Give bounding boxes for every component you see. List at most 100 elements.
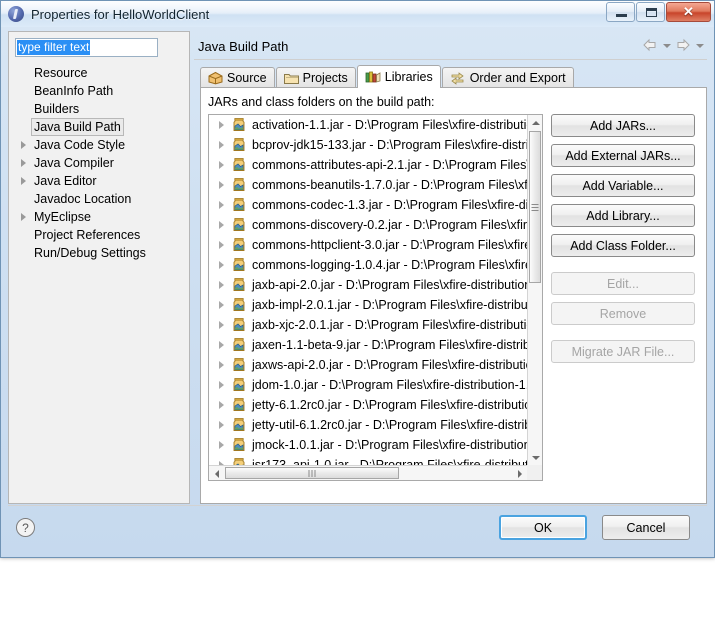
expand-arrow-icon[interactable] [17,154,31,172]
scroll-right-button[interactable] [512,466,527,480]
jar-list-item[interactable]: commons-codec-1.3.jar - D:\Program Files… [209,195,527,215]
expand-arrow-icon[interactable] [215,295,231,315]
jar-list-item[interactable]: jaxws-api-2.0.jar - D:\Program Files\xfi… [209,355,527,375]
expand-arrow-icon[interactable] [215,235,231,255]
expand-arrow-icon[interactable] [215,155,231,175]
horizontal-scrollbar[interactable] [209,465,527,480]
add-external-jars-button[interactable]: Add External JARs... [551,144,695,167]
close-button[interactable]: ✕ [666,2,711,22]
expand-arrow-icon[interactable] [215,375,231,395]
add-class-folder-button[interactable]: Add Class Folder... [551,234,695,257]
expand-arrow-icon[interactable] [215,115,231,135]
jar-list-item[interactable]: commons-beanutils-1.7.0.jar - D:\Program… [209,175,527,195]
expand-arrow-icon[interactable] [215,195,231,215]
expand-arrow-icon[interactable] [215,135,231,155]
jar-list-item[interactable]: jetty-6.1.2rc0.jar - D:\Program Files\xf… [209,395,527,415]
sidebar-item-builders[interactable]: Builders [9,100,189,118]
sidebar-item-run-debug-settings[interactable]: Run/Debug Settings [9,244,189,262]
expand-arrow-icon[interactable] [215,355,231,375]
add-variable-button[interactable]: Add Variable... [551,174,695,197]
jar-list[interactable]: activation-1.1.jar - D:\Program Files\xf… [209,115,527,465]
sidebar-item-label: Resource [34,66,88,80]
expand-arrow-icon[interactable] [215,255,231,275]
jar-entry-label: jaxb-xjc-2.0.1.jar - D:\Program Files\xf… [252,318,527,332]
window-controls: ✕ [605,2,711,22]
jar-list-item[interactable]: jsr173_api-1.0.jar - D:\Program Files\xf… [209,455,527,465]
scroll-up-button[interactable] [528,115,542,130]
dialog-footer: ? OK Cancel [8,505,707,550]
jar-list-item[interactable]: jaxen-1.1-beta-9.jar - D:\Program Files\… [209,335,527,355]
sidebar-item-java-editor[interactable]: Java Editor [9,172,189,190]
expand-arrow-icon[interactable] [215,275,231,295]
jar-list-item[interactable]: jaxb-impl-2.0.1.jar - D:\Program Files\x… [209,295,527,315]
vertical-scroll-thumb[interactable] [529,131,541,283]
horizontal-scroll-thumb[interactable] [225,467,399,479]
expand-arrow-icon[interactable] [215,215,231,235]
jar-list-item[interactable]: bcprov-jdk15-133.jar - D:\Program Files\… [209,135,527,155]
expand-arrow-icon[interactable] [215,415,231,435]
sidebar-item-java-build-path[interactable]: Java Build Path [9,118,189,136]
jar-list-item[interactable]: commons-attributes-api-2.1.jar - D:\Prog… [209,155,527,175]
jar-list-item[interactable]: jetty-util-6.1.2rc0.jar - D:\Program Fil… [209,415,527,435]
jar-list-item[interactable]: activation-1.1.jar - D:\Program Files\xf… [209,115,527,135]
forward-arrow-icon[interactable] [674,37,692,53]
back-arrow-icon[interactable] [641,37,659,53]
jar-list-item[interactable]: commons-discovery-0.2.jar - D:\Program F… [209,215,527,235]
jar-icon [231,357,248,373]
tab-source[interactable]: Source [200,67,275,88]
tab-order-and-export[interactable]: Order and Export [441,67,574,88]
expand-arrow-icon[interactable] [17,136,31,154]
sidebar-item-resource[interactable]: Resource [9,64,189,82]
jar-list-item[interactable]: jmock-1.0.1.jar - D:\Program Files\xfire… [209,435,527,455]
cancel-button[interactable]: Cancel [602,515,690,540]
expand-arrow-icon[interactable] [215,435,231,455]
vertical-scrollbar[interactable] [527,115,542,465]
jar-entry-label: jaxb-impl-2.0.1.jar - D:\Program Files\x… [252,298,527,312]
java-build-path-pane: Java Build Path Source Projects Libraries O… [194,31,707,504]
settings-tree[interactable]: Resource BeanInfo Path Builders Java Build … [9,64,189,262]
jar-entry-label: jetty-6.1.2rc0.jar - D:\Program Files\xf… [252,398,527,412]
back-dropdown-icon[interactable] [661,37,672,53]
title-bar[interactable]: Properties for HelloWorldClient ✕ [1,1,714,27]
sidebar-item-java-compiler[interactable]: Java Compiler [9,154,189,172]
expand-arrow-icon[interactable] [215,175,231,195]
jar-list-item[interactable]: commons-logging-1.0.4.jar - D:\Program F… [209,255,527,275]
tab-label: Libraries [384,70,433,84]
help-icon[interactable]: ? [16,518,35,537]
jar-list-item[interactable]: jdom-1.0.jar - D:\Program Files\xfire-di… [209,375,527,395]
sidebar-item-javadoc-location[interactable]: Javadoc Location [9,190,189,208]
expand-arrow-icon[interactable] [17,172,31,190]
sidebar-item-java-code-style[interactable]: Java Code Style [9,136,189,154]
minimize-button[interactable] [606,2,635,22]
expand-arrow-icon[interactable] [215,335,231,355]
jar-list-item[interactable]: jaxb-api-2.0.jar - D:\Program Files\xfir… [209,275,527,295]
forward-dropdown-icon[interactable] [694,37,705,53]
jar-icon [231,277,248,293]
jar-list-item[interactable]: commons-httpclient-3.0.jar - D:\Program … [209,235,527,255]
jar-entry-label: commons-logging-1.0.4.jar - D:\Program F… [252,258,527,272]
expand-arrow-icon[interactable] [215,315,231,335]
add-jars-button[interactable]: Add JARs... [551,114,695,137]
jar-icon [231,177,248,193]
sidebar-item-myeclipse[interactable]: MyEclipse [9,208,189,226]
expand-arrow-icon[interactable] [17,208,31,226]
tab-projects[interactable]: Projects [275,67,356,88]
settings-tree-panel: type filter text Resource BeanInfo Path Bu… [8,31,190,504]
ok-button[interactable]: OK [499,515,587,540]
sidebar-item-beaninfo-path[interactable]: BeanInfo Path [9,82,189,100]
jar-icon [231,337,248,353]
jar-list-box[interactable]: activation-1.1.jar - D:\Program Files\xf… [208,114,543,481]
scroll-down-button[interactable] [528,450,542,465]
jar-list-item[interactable]: jaxb-xjc-2.0.1.jar - D:\Program Files\xf… [209,315,527,335]
expand-arrow-icon[interactable] [215,455,231,465]
scroll-left-button[interactable] [209,466,224,480]
expand-arrow-icon[interactable] [215,395,231,415]
sidebar-item-label: Java Editor [34,174,97,188]
jar-entry-label: commons-httpclient-3.0.jar - D:\Program … [252,238,527,252]
sidebar-item-project-references[interactable]: Project References [9,226,189,244]
add-library-button[interactable]: Add Library... [551,204,695,227]
maximize-button[interactable] [636,2,665,22]
tab-libraries[interactable]: Libraries [356,65,441,88]
filter-input[interactable] [15,38,158,57]
